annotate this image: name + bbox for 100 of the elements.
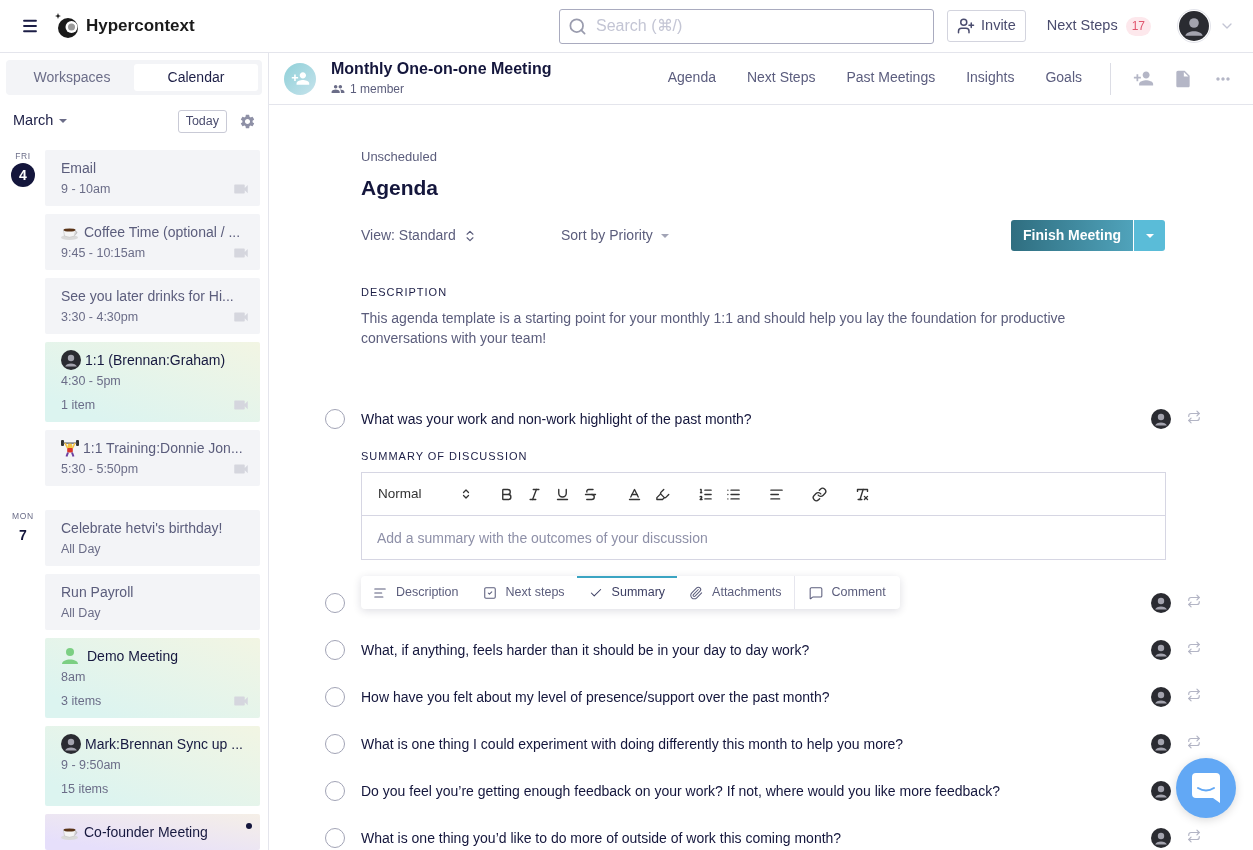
event-card[interactable]: Email 9 - 10am	[45, 150, 260, 206]
agenda-item-text[interactable]: What is one thing you’d like to do more of outside of work this coming month?	[361, 830, 842, 846]
repeat-icon[interactable]	[1187, 829, 1201, 843]
section-label: SUMMARY OF DISCUSSION	[361, 449, 529, 463]
next-steps-link[interactable]: Next Steps 17	[1046, 15, 1151, 37]
event-time: 9:45 - 10:15am	[61, 244, 146, 262]
finish-options-button[interactable]	[1134, 220, 1165, 251]
search-icon	[568, 16, 588, 36]
highlighter-icon	[654, 486, 670, 502]
search-field[interactable]: Search (⌘/)	[559, 8, 935, 44]
text-color-icon	[626, 486, 642, 502]
event-card[interactable]: Celebrate hetvi's birthday! All Day	[45, 510, 260, 566]
avatar-icon	[1151, 409, 1171, 429]
view-tab[interactable]: Calendar	[134, 64, 258, 91]
chat-icon	[1192, 773, 1220, 803]
weekday-label: MON	[12, 511, 34, 521]
agenda-item-text[interactable]: What, if anything, feels harder than it should be in your day to day work?	[361, 642, 810, 658]
event-time: 4:30 - 5pm	[61, 372, 121, 390]
settings-icon[interactable]	[239, 112, 256, 130]
meeting-tab[interactable]: Insights	[966, 52, 1015, 105]
event-card[interactable]: Coffee Time (optional / ... 9:45 - 10:15am	[45, 214, 260, 270]
underline-icon	[554, 486, 570, 502]
meeting-card[interactable]: 1:1 (Brennan:Graham) 4:30 - 5pm 1 item	[45, 342, 260, 422]
meeting-card[interactable]: Co-founder Meeting	[45, 814, 260, 850]
event-title: Run Payroll	[61, 583, 134, 602]
item-tab[interactable]: Next steps	[470, 576, 577, 609]
event-card[interactable]: 1:1 Training:Donnie Jon... 5:30 - 5:50pm	[45, 430, 260, 486]
invite-button[interactable]: Invite	[947, 10, 1026, 42]
repeat-icon[interactable]	[1187, 688, 1201, 702]
repeat-icon[interactable]	[1187, 735, 1201, 749]
user-avatar[interactable]	[1177, 9, 1211, 43]
format-select[interactable]: Normal	[378, 483, 476, 505]
repeat-icon[interactable]	[1187, 594, 1201, 608]
event-title: Coffee Time (optional / ...	[84, 223, 241, 242]
clear-format-icon	[854, 486, 870, 502]
agenda-item-text[interactable]: Do you feel you’re getting enough feedback on your work? If not, where would you like more feedback?	[361, 783, 1000, 799]
event-title: See you later drinks for Hi...	[61, 287, 234, 306]
meeting-tab[interactable]: Goals	[1045, 52, 1082, 105]
finish-meeting-button[interactable]: Finish Meeting	[1011, 220, 1133, 251]
avatar-icon	[1151, 828, 1171, 848]
document-icon[interactable]	[1173, 68, 1193, 89]
meeting-tab[interactable]: Agenda	[667, 52, 716, 105]
event-title: Celebrate hetvi's birthday!	[61, 519, 223, 538]
caret-icon	[660, 233, 669, 238]
count-badge: 17	[1125, 16, 1151, 36]
align-left-icon	[768, 486, 784, 502]
avatar-icon	[1151, 687, 1171, 707]
agenda-item-text[interactable]: What is one thing I could experiment with doing differently this month to help you more?	[361, 736, 904, 752]
event-card[interactable]: See you later drinks for Hi... 3:30 - 4:30pm	[45, 278, 260, 334]
event-card[interactable]: Run Payroll All Day	[45, 574, 260, 630]
agenda-item-text[interactable]: How have you felt about my level of presence/support over the past month?	[361, 689, 830, 705]
meeting-tab[interactable]: Next Steps	[746, 52, 816, 105]
avatar-icon	[1179, 11, 1209, 41]
meeting-card[interactable]: Mark:Brennan Sync up ... 9 - 9:50am 15 items	[45, 726, 260, 806]
date-label: 7	[19, 526, 27, 545]
page-title: Agenda	[361, 175, 439, 201]
event-time: 5:30 - 5:50pm	[61, 460, 139, 478]
weightlifter-icon	[61, 439, 79, 457]
item-count: 1 item	[61, 396, 96, 414]
event-time: 3:30 - 4:30pm	[61, 308, 139, 326]
avatar-icon	[61, 734, 81, 754]
view-select[interactable]: View: Standard	[361, 225, 561, 246]
event-time: 9 - 10am	[61, 180, 111, 198]
today-button[interactable]: Today	[177, 109, 227, 133]
avatar-icon	[61, 350, 81, 370]
strikethrough-icon	[582, 486, 598, 502]
repeat-icon[interactable]	[1187, 641, 1201, 655]
link-icon	[811, 486, 827, 502]
speech-bubble-icon	[808, 585, 823, 600]
app-name: Hypercontext	[86, 15, 195, 38]
paperclip-icon	[689, 585, 704, 600]
logo-icon	[55, 13, 79, 39]
up-down-icon	[460, 488, 472, 500]
view-tab[interactable]: Workspaces	[10, 64, 134, 91]
item-tab[interactable]: Summary	[576, 576, 678, 609]
meeting-card[interactable]: Demo Meeting 8am 3 items	[45, 638, 260, 718]
avatar-icon	[1151, 781, 1171, 801]
event-title: Email	[61, 159, 96, 178]
add-person-icon	[290, 69, 310, 88]
comment-button[interactable]: Comment	[793, 576, 900, 609]
menu-icon[interactable]	[21, 17, 39, 35]
description-text: This agenda template is a starting point for your monthly 1:1 and should help you lay the foundation for productive conversations with your team!	[361, 309, 1067, 348]
item-tab[interactable]: Description	[361, 576, 471, 609]
avatar-icon	[1151, 734, 1171, 754]
chat-bubble-button[interactable]	[1176, 758, 1236, 818]
event-title: Co-founder Meeting	[84, 823, 208, 842]
month-dropdown[interactable]: March	[13, 110, 68, 132]
people-icon	[331, 82, 345, 96]
item-count: 15 items	[61, 780, 109, 798]
summary-input[interactable]: Add a summary with the outcomes of your discussion	[361, 516, 1166, 560]
event-title: Mark:Brennan Sync up ...	[85, 735, 243, 754]
repeat-icon[interactable]	[1187, 410, 1201, 424]
caret-icon	[59, 119, 68, 123]
item-tab[interactable]: Attachments	[677, 576, 794, 609]
italic-icon	[526, 486, 542, 502]
agenda-item-text[interactable]: What was your work and non-work highlight of the past month?	[361, 411, 752, 427]
meeting-tab[interactable]: Past Meetings	[846, 52, 936, 105]
add-person-icon	[957, 17, 976, 35]
event-time: All Day	[61, 540, 101, 558]
sort-dropdown[interactable]: Sort by Priority	[561, 225, 669, 246]
